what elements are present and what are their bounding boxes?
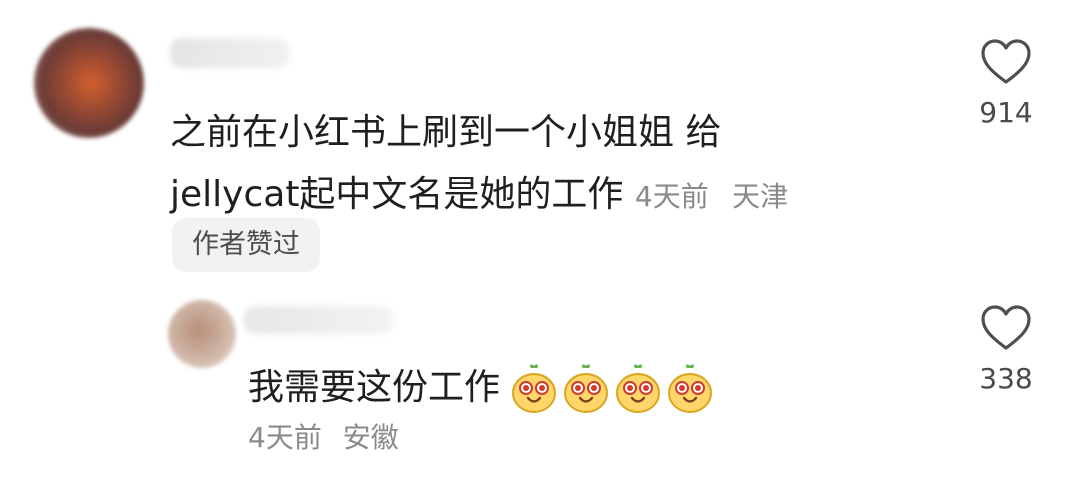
reply-like-button[interactable]: 338: [976, 304, 1036, 395]
reply-name-blurred[interactable]: [244, 306, 394, 334]
pear-face-emoji: [512, 364, 557, 413]
reply-text-content: 我需要这份工作: [248, 367, 501, 408]
heart-outline-icon: [981, 305, 1031, 350]
comment-text-line1: 之前在小红书上刷到一个小姐姐 给: [170, 112, 722, 153]
reply-meta: 4天前 安徽: [248, 416, 399, 460]
reply-like-count: 338: [979, 362, 1033, 395]
pear-face-emoji: [668, 364, 713, 413]
reply-avatar[interactable]: [168, 300, 236, 368]
heart-outline-icon: [981, 39, 1031, 84]
reply-time: 4天前: [248, 421, 322, 454]
commenter-name-blurred[interactable]: [170, 38, 290, 68]
comment-like-button[interactable]: 914: [976, 38, 1036, 129]
comment-text-line2-content: jellycat起中文名是她的工作: [170, 174, 624, 215]
commenter-avatar[interactable]: [34, 28, 144, 138]
comment-like-count: 914: [979, 96, 1033, 129]
pear-face-emoji: [564, 364, 609, 413]
reply-text[interactable]: 我需要这份工作: [248, 358, 714, 418]
comment-time: 4天前: [634, 180, 709, 213]
reply-location: 安徽: [342, 421, 399, 454]
reply-emojis: [506, 362, 714, 414]
author-liked-badge: 作者赞过: [172, 218, 320, 272]
comment-location: 天津: [732, 180, 789, 213]
pear-face-emoji: [616, 364, 661, 413]
comment-text[interactable]: 之前在小红书上刷到一个小姐姐 给 jellycat起中文名是她的工作 4天前 天…: [170, 102, 890, 228]
